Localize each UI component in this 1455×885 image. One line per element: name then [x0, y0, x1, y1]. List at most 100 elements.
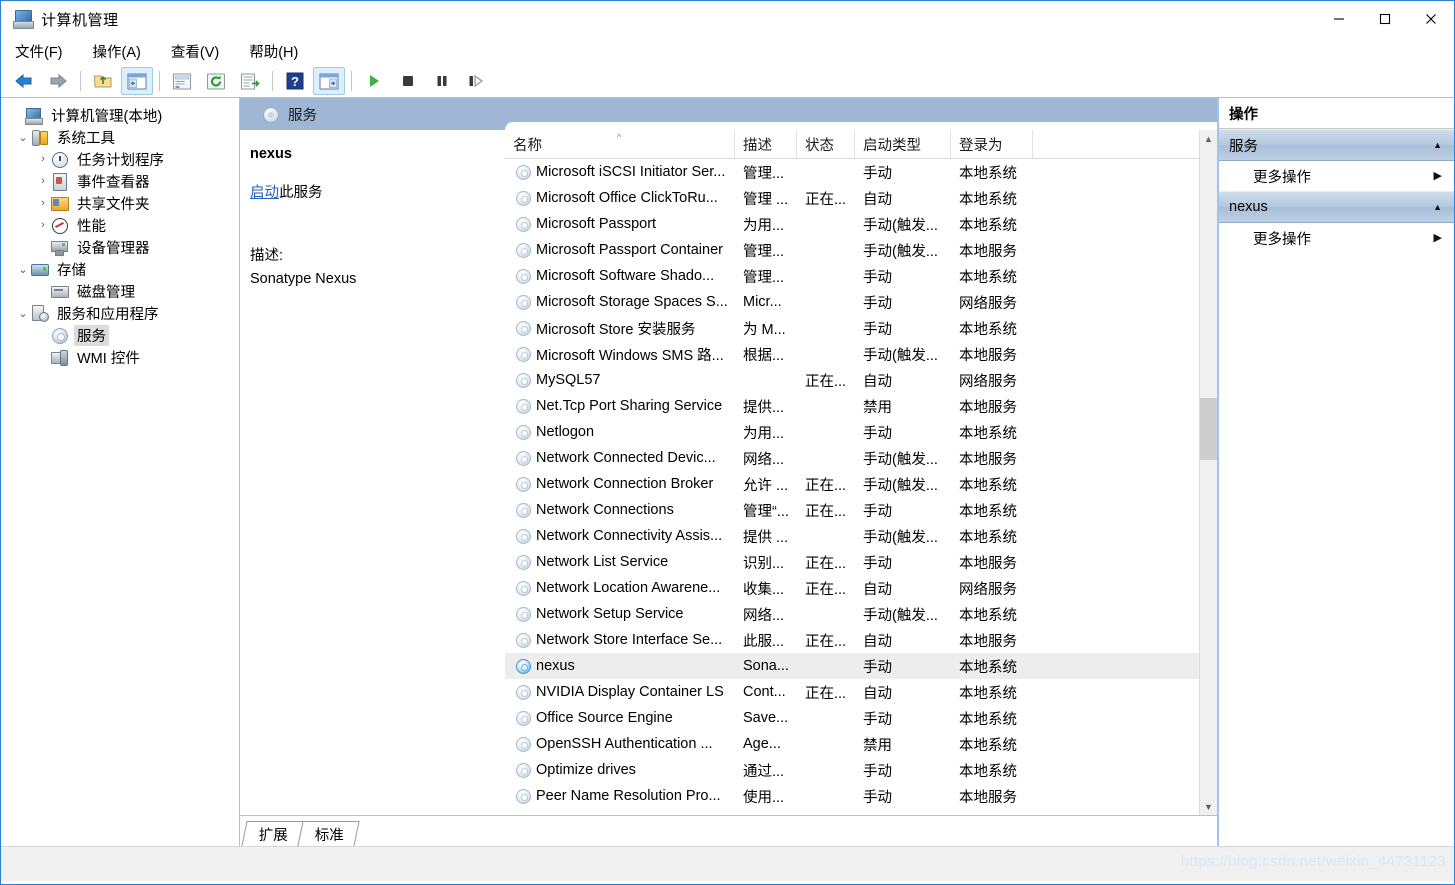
forward-icon[interactable]	[42, 67, 74, 95]
actions-group-services[interactable]: 服务 ▲	[1219, 129, 1454, 161]
show-action-pane-icon[interactable]	[313, 67, 345, 95]
table-row[interactable]: MySQL57 正在... 自动 网络服务	[505, 367, 1217, 393]
tree-item-performance[interactable]: › 性能	[1, 214, 239, 236]
maximize-button[interactable]	[1362, 1, 1408, 37]
tree-item-wmi-control[interactable]: WMI 控件	[1, 346, 239, 368]
table-row[interactable]: Netlogon 为用... 手动 本地系统	[505, 419, 1217, 445]
table-row[interactable]: Microsoft Windows SMS 路... 根据... 手动(触发... 本…	[505, 341, 1217, 367]
start-service-icon[interactable]	[358, 67, 390, 95]
table-row[interactable]: Microsoft Passport Container 管理... 手动(触发..…	[505, 237, 1217, 263]
menu-help[interactable]: 帮助(H)	[247, 39, 300, 64]
table-row[interactable]: Microsoft Office ClickToRu... 管理 ... 正在...…	[505, 185, 1217, 211]
tab-extended[interactable]: 扩展	[241, 821, 304, 846]
export-list-icon[interactable]	[234, 67, 266, 95]
table-row[interactable]: nexus Sona... 手动 本地系统	[505, 653, 1217, 679]
scroll-up-arrow[interactable]: ▲	[1200, 130, 1217, 147]
tab-standard[interactable]: 标准	[297, 821, 360, 846]
action-more-actions-services[interactable]: 更多操作 ▶	[1219, 161, 1454, 191]
minimize-button[interactable]	[1316, 1, 1362, 37]
stop-service-icon[interactable]	[392, 67, 424, 95]
table-row[interactable]: Microsoft iSCSI Initiator Ser... 管理... 手动 本…	[505, 159, 1217, 185]
service-name-label: Network Connected Devic...	[536, 450, 716, 466]
table-row[interactable]: Network List Service 识别... 正在... 手动 本地服务	[505, 549, 1217, 575]
pause-service-icon[interactable]	[426, 67, 458, 95]
cell-log-on-as: 本地系统	[959, 659, 1017, 676]
cell-service-name: Network Connections	[505, 502, 735, 518]
table-row[interactable]: Microsoft Passport 为用... 手动(触发... 本地系统	[505, 211, 1217, 237]
tree-item-storage[interactable]: ⌄ 存储	[1, 258, 239, 280]
menu-file[interactable]: 文件(F)	[13, 39, 65, 64]
chevron-down-icon[interactable]: ⌄	[15, 261, 31, 277]
table-row[interactable]: Network Connected Devic... 网络... 手动(触发... 本…	[505, 445, 1217, 471]
restart-service-icon[interactable]	[460, 67, 492, 95]
table-row[interactable]: Net.Tcp Port Sharing Service 提供... 禁用 本地服务	[505, 393, 1217, 419]
table-row[interactable]: Peer Name Resolution Pro... 使用... 手动 本地服务	[505, 783, 1217, 809]
table-row[interactable]: Office Source Engine Save... 手动 本地系统	[505, 705, 1217, 731]
table-row[interactable]: Network Store Interface Se... 此服... 正在... 自…	[505, 627, 1217, 653]
console-white-panel	[505, 122, 1217, 130]
column-header-startup-type[interactable]: 启动类型	[855, 130, 951, 158]
refresh-icon[interactable]	[200, 67, 232, 95]
tree-item-label: 存储	[57, 262, 86, 279]
tree-item-device-manager[interactable]: 设备管理器	[1, 236, 239, 258]
column-header-status[interactable]: 状态	[797, 130, 855, 158]
cell-description: 为 M...	[743, 321, 786, 338]
tab-label: 标准	[314, 827, 344, 844]
table-row[interactable]: Network Connections 管理“... 正在... 手动 本地系统	[505, 497, 1217, 523]
tree-item-event-viewer[interactable]: › 事件查看器	[1, 170, 239, 192]
table-row[interactable]: Network Setup Service 网络... 手动(触发... 本地系统	[505, 601, 1217, 627]
service-name-label: Peer Name Resolution Pro...	[536, 788, 721, 804]
menu-action[interactable]: 操作(A)	[91, 39, 143, 64]
back-icon[interactable]	[8, 67, 40, 95]
close-button[interactable]	[1408, 1, 1454, 37]
cell-startup-type: 手动	[863, 711, 892, 728]
chevron-up-icon[interactable]: ▲	[1433, 202, 1442, 212]
scroll-down-arrow[interactable]: ▼	[1200, 798, 1217, 815]
actions-pane: 操作 服务 ▲ 更多操作 ▶ nexus ▲ 更多操作 ▶	[1218, 98, 1454, 846]
table-row[interactable]: Microsoft Storage Spaces S... Micr... 手动 网络…	[505, 289, 1217, 315]
chevron-down-icon[interactable]: ⌄	[15, 129, 31, 145]
table-row[interactable]: Microsoft Store 安装服务 为 M... 手动 本地系统	[505, 315, 1217, 341]
actions-group-nexus[interactable]: nexus ▲	[1219, 191, 1454, 223]
scrollbar-thumb[interactable]	[1200, 398, 1217, 460]
chevron-right-icon[interactable]: ›	[35, 151, 51, 167]
service-gear-icon	[515, 268, 532, 284]
tree-item-task-scheduler[interactable]: › 任务计划程序	[1, 148, 239, 170]
table-row[interactable]: Optimize drives 通过... 手动 本地系统	[505, 757, 1217, 783]
properties-icon[interactable]	[166, 67, 198, 95]
column-header-log-on-as[interactable]: 登录为	[951, 130, 1033, 158]
show-tree-icon[interactable]	[121, 67, 153, 95]
list-vertical-scrollbar[interactable]: ▲ ▼	[1199, 130, 1217, 815]
table-row[interactable]: Network Location Awarene... 收集... 正在... 自动 网…	[505, 575, 1217, 601]
chevron-right-icon[interactable]: ›	[35, 173, 51, 189]
service-name-label: Microsoft Storage Spaces S...	[536, 294, 728, 310]
column-header-name[interactable]: 名称 ^	[505, 130, 735, 158]
tree-item-system-tools[interactable]: ⌄ 系统工具	[1, 126, 239, 148]
action-more-actions-nexus[interactable]: 更多操作 ▶	[1219, 223, 1454, 253]
action-item-label: 更多操作	[1253, 169, 1311, 186]
up-folder-icon[interactable]	[87, 67, 119, 95]
table-row[interactable]: Network Connectivity Assis... 提供 ... 手动(触发…	[505, 523, 1217, 549]
table-row[interactable]: NVIDIA Display Container LS Cont... 正在... 自…	[505, 679, 1217, 705]
table-row[interactable]: OpenSSH Authentication ... Age... 禁用 本地系统	[505, 731, 1217, 757]
tree-item-label: 系统工具	[57, 130, 115, 147]
chevron-right-icon[interactable]: ›	[35, 217, 51, 233]
table-row[interactable]: Microsoft Software Shado... 管理... 手动 本地系统	[505, 263, 1217, 289]
help-icon[interactable]: ?	[279, 67, 311, 95]
start-service-link[interactable]: 启动	[250, 185, 279, 201]
chevron-up-icon[interactable]: ▲	[1433, 140, 1442, 150]
service-name-label: Netlogon	[536, 424, 595, 440]
tree-item-shared-folders[interactable]: › 共享文件夹	[1, 192, 239, 214]
tree-item-computer-management[interactable]: 计算机管理(本地)	[1, 104, 239, 126]
tree-item-disk-management[interactable]: 磁盘管理	[1, 280, 239, 302]
cell-startup-type: 手动	[863, 321, 892, 338]
tree-item-services[interactable]: 服务	[1, 324, 239, 346]
table-row[interactable]: Network Connection Broker 允许 ... 正在... 手动(触…	[505, 471, 1217, 497]
service-name-label: Microsoft Passport Container	[536, 242, 723, 258]
chevron-down-icon[interactable]: ⌄	[15, 305, 31, 321]
column-header-description[interactable]: 描述	[735, 130, 797, 158]
menu-view[interactable]: 查看(V)	[169, 39, 221, 64]
actions-group-label: 服务	[1229, 138, 1258, 155]
chevron-right-icon[interactable]: ›	[35, 195, 51, 211]
tree-item-services-and-applications[interactable]: ⌄ 服务和应用程序	[1, 302, 239, 324]
